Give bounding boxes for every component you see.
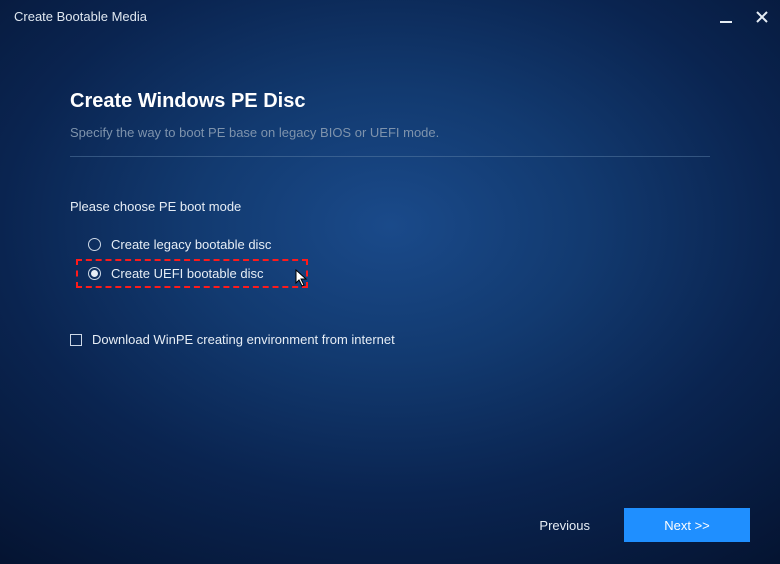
cursor-icon: [295, 269, 309, 292]
checkbox-icon: [70, 334, 82, 346]
content-area: Create Windows PE Disc Specify the way t…: [70, 90, 710, 347]
titlebar-controls: [718, 9, 770, 25]
radio-label: Create UEFI bootable disc: [111, 266, 263, 281]
divider: [70, 156, 710, 157]
page-title: Create Windows PE Disc: [70, 90, 710, 113]
boot-mode-section-label: Please choose PE boot mode: [70, 199, 710, 214]
next-button[interactable]: Next >>: [624, 508, 750, 542]
next-button-label: Next >>: [664, 518, 710, 533]
close-icon[interactable]: [754, 9, 770, 25]
window-title: Create Bootable Media: [14, 9, 147, 24]
radio-label: Create legacy bootable disc: [111, 237, 271, 252]
radio-icon: [88, 267, 101, 280]
minimize-icon[interactable]: [718, 9, 734, 25]
radio-option-legacy[interactable]: Create legacy bootable disc: [80, 232, 710, 257]
radio-icon: [88, 238, 101, 251]
checkbox-label: Download WinPE creating environment from…: [92, 332, 395, 347]
titlebar: Create Bootable Media: [0, 0, 780, 33]
create-bootable-media-window: Create Bootable Media Create Windows PE …: [0, 0, 780, 564]
page-subtitle: Specify the way to boot PE base on legac…: [70, 125, 710, 140]
previous-button[interactable]: Previous: [539, 518, 590, 533]
radio-option-uefi[interactable]: Create UEFI bootable disc: [80, 261, 710, 286]
download-winpe-checkbox-row[interactable]: Download WinPE creating environment from…: [70, 332, 710, 347]
footer: Previous Next >>: [539, 508, 750, 542]
